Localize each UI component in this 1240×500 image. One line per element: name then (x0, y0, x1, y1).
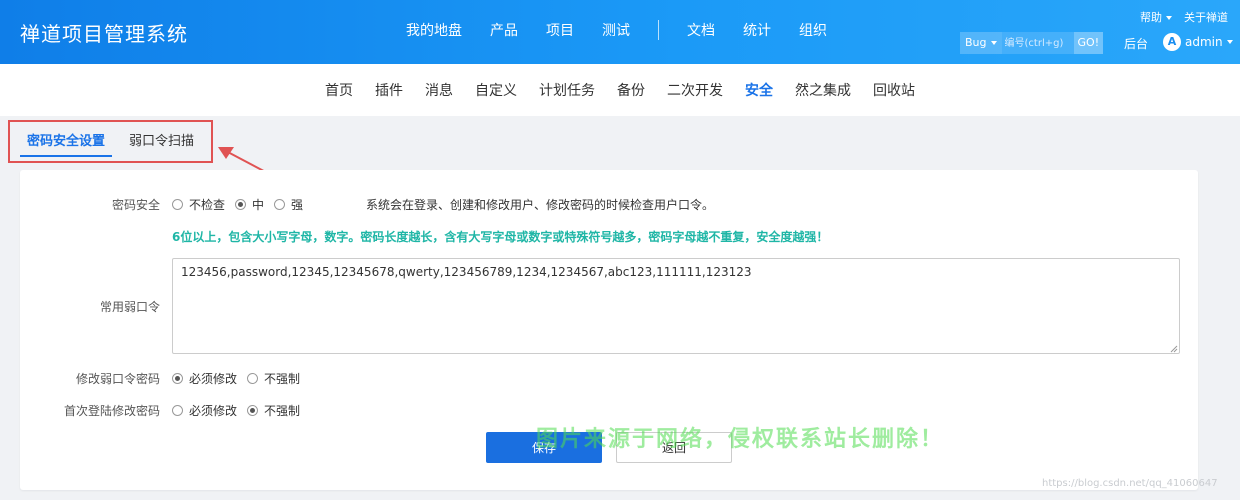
nav-divider (658, 20, 659, 40)
sub-nav-trash[interactable]: 回收站 (873, 80, 915, 100)
password-security-options: 不检查 中 强 (172, 196, 313, 213)
search-box: Bug GO! (960, 32, 1104, 54)
tab-bar: 密码安全设置 弱口令扫描 (20, 130, 211, 157)
sub-nav-backup[interactable]: 备份 (617, 80, 645, 100)
top-right-links: 帮助 关于禅道 (1116, 9, 1228, 25)
admin-sub-nav: 首页 插件 消息 自定义 计划任务 备份 二次开发 安全 然之集成 回收站 (0, 64, 1240, 116)
radio-not-forced[interactable] (247, 373, 259, 384)
blog-watermark: https://blog.csdn.net/qq_41060647 (1042, 478, 1218, 489)
radio-must-change-label: 必须修改 (189, 372, 238, 386)
search-type-select[interactable]: Bug (960, 32, 1002, 54)
nav-doc[interactable]: 文档 (687, 20, 715, 40)
radio-strong[interactable] (274, 199, 286, 210)
first-login-options: 必须修改 不强制 (172, 402, 310, 419)
sub-nav-security[interactable]: 安全 (745, 80, 773, 100)
radio-strong-label: 强 (291, 198, 304, 212)
radio-first-login-must-change[interactable] (172, 405, 183, 416)
nav-test[interactable]: 测试 (602, 20, 630, 40)
radio-must-change[interactable] (172, 373, 183, 384)
sub-nav-dev[interactable]: 二次开发 (667, 80, 723, 100)
change-weak-password-options: 必须修改 不强制 (172, 370, 310, 387)
password-security-hint: 系统会在登录、创建和修改用户、修改密码的时候检查用户口令。 (366, 198, 715, 212)
radio-medium-label: 中 (252, 198, 265, 212)
watermark-text: 图片来源于网络，侵权联系站长删除！ (536, 427, 945, 452)
nav-my-dashboard[interactable]: 我的地盘 (406, 20, 462, 40)
help-label: 帮助 (1140, 11, 1162, 24)
nav-report[interactable]: 统计 (743, 20, 771, 40)
sub-nav-cron[interactable]: 计划任务 (539, 80, 595, 100)
tab-weak-password-scan[interactable]: 弱口令扫描 (122, 130, 201, 157)
password-security-label: 密码安全 (111, 198, 160, 212)
weak-password-textarea[interactable]: 123456,password,12345,12345678,qwerty,12… (172, 258, 1180, 354)
user-name: admin (1185, 35, 1223, 49)
chevron-down-icon (1226, 40, 1233, 44)
nav-project[interactable]: 项目 (546, 20, 574, 40)
radio-first-login-not-forced-label: 不强制 (264, 404, 301, 418)
password-strength-tip: 6位以上，包含大小写字母，数字。密码长度越长，含有大写字母或数字或特殊符号越多，… (172, 230, 829, 244)
search-type-label: Bug (965, 36, 987, 49)
sub-nav-home[interactable]: 首页 (325, 80, 353, 100)
resize-grip-icon[interactable] (1170, 345, 1178, 353)
search-input[interactable] (1001, 32, 1074, 54)
sub-nav-custom[interactable]: 自定义 (475, 80, 517, 100)
first-login-label: 首次登陆修改密码 (63, 404, 160, 418)
radio-no-check[interactable] (172, 199, 183, 210)
user-menu[interactable]: A admin (1163, 33, 1233, 51)
radio-first-login-must-change-label: 必须修改 (189, 404, 238, 418)
avatar: A (1163, 33, 1181, 51)
app-title[interactable]: 禅道项目管理系统 (20, 18, 188, 47)
sub-nav-extension[interactable]: 插件 (375, 80, 403, 100)
help-menu[interactable]: 帮助 (1128, 9, 1172, 25)
radio-no-check-label: 不检查 (189, 198, 226, 212)
backend-link[interactable]: 后台 (1124, 35, 1148, 52)
sub-nav-message[interactable]: 消息 (425, 80, 453, 100)
search-go-button[interactable]: GO! (1073, 32, 1104, 54)
top-header: 禅道项目管理系统 我的地盘 产品 项目 测试 文档 统计 组织 帮助 关于禅道 … (0, 0, 1240, 64)
sub-nav-ranzhi[interactable]: 然之集成 (795, 80, 851, 100)
change-weak-password-label: 修改弱口令密码 (75, 372, 160, 386)
radio-first-login-not-forced[interactable] (247, 405, 259, 416)
main-nav: 我的地盘 产品 项目 测试 文档 统计 组织 (392, 20, 841, 40)
chevron-down-icon (1166, 16, 1172, 20)
weak-password-label: 常用弱口令 (99, 300, 160, 314)
nav-product[interactable]: 产品 (490, 20, 518, 40)
about-link[interactable]: 关于禅道 (1184, 9, 1228, 25)
nav-company[interactable]: 组织 (799, 20, 827, 40)
chevron-down-icon (990, 41, 997, 45)
tab-password-settings[interactable]: 密码安全设置 (20, 130, 113, 157)
radio-not-forced-label: 不强制 (264, 372, 301, 386)
radio-medium[interactable] (235, 199, 247, 210)
